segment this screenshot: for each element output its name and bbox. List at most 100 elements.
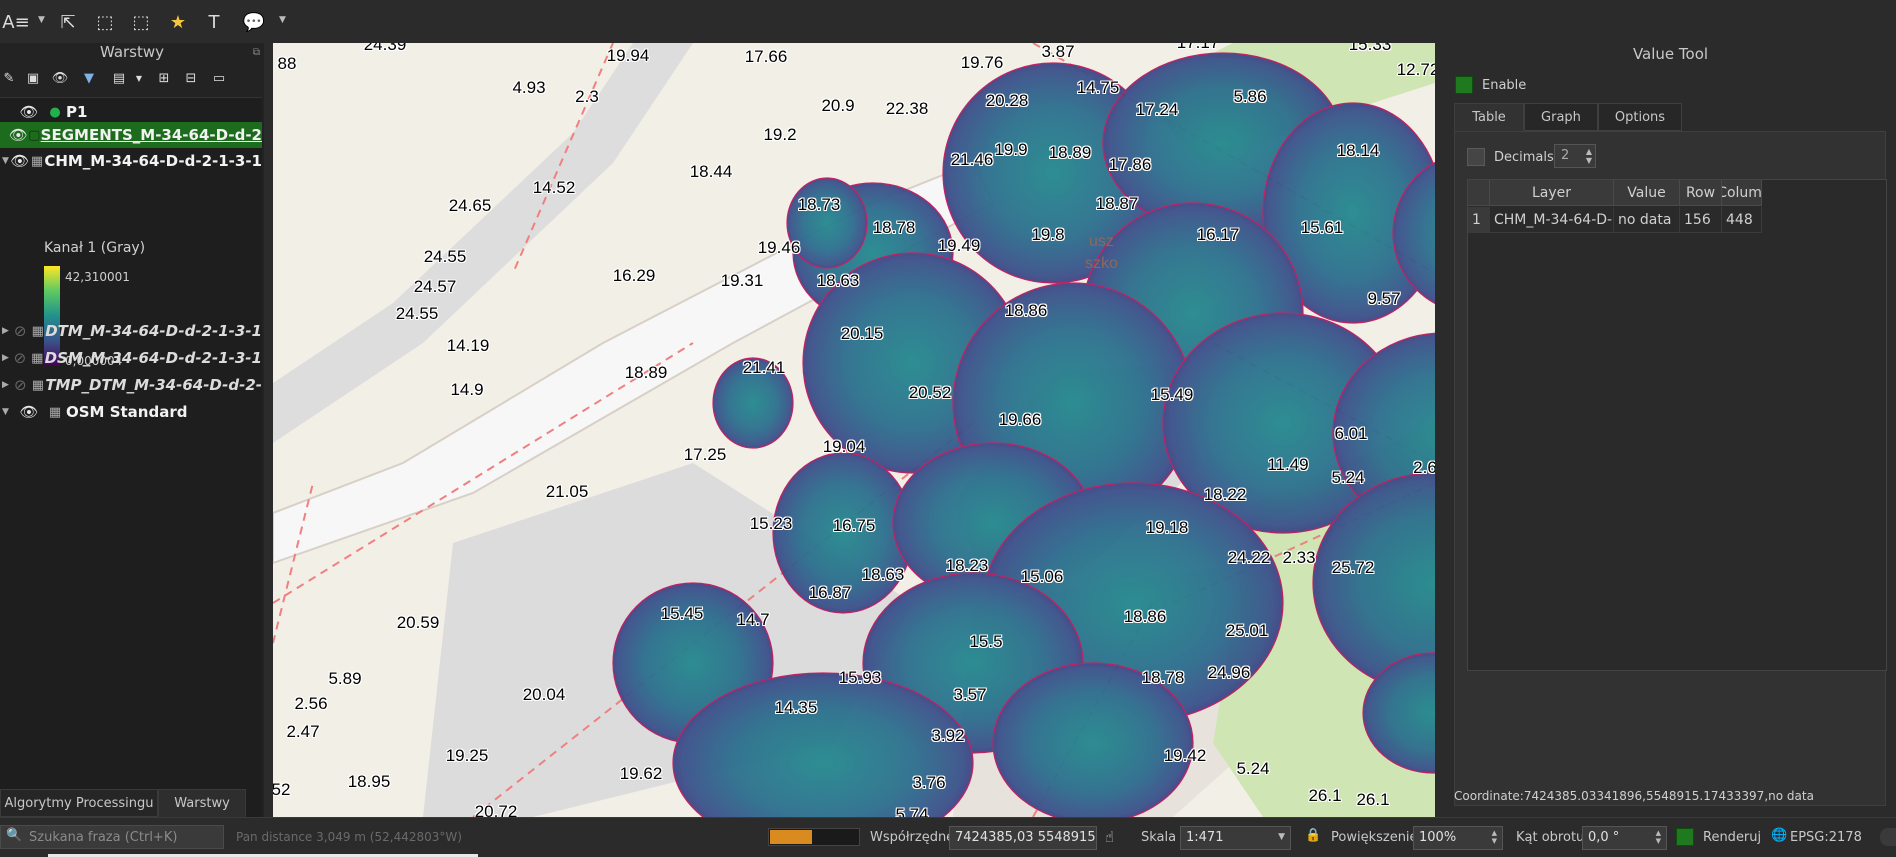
chevron-down-icon[interactable]: ▼	[38, 15, 45, 25]
filter-by-expression-icon[interactable]: ▤	[110, 70, 128, 88]
column-header[interactable]: Value	[1614, 180, 1680, 206]
layer-name: DSM_M-34-64-D-d-2-1-3-1	[44, 349, 262, 367]
tab-table[interactable]: Table	[1454, 103, 1524, 131]
segment-height-label: 3.57	[953, 685, 987, 704]
chevron-down-icon[interactable]: ▼	[130, 70, 148, 88]
segment-height-label: 17.17	[1177, 43, 1220, 53]
row-index: 1	[1468, 207, 1490, 233]
select-icon[interactable]: ⇱	[54, 8, 82, 36]
segment-height-label: 12.72	[1396, 60, 1435, 79]
expand-all-icon[interactable]: ⊞	[155, 70, 173, 88]
map-tips-icon[interactable]: 💬	[240, 8, 268, 36]
expand-arrow-icon[interactable]: ▶	[2, 353, 10, 363]
enable-checkbox[interactable]	[1455, 76, 1473, 94]
render-checkbox[interactable]	[1676, 828, 1694, 846]
coordinates-field[interactable]: 7424385,03 5548915,17	[949, 826, 1097, 850]
expand-arrow-icon[interactable]: ▶	[2, 326, 10, 336]
eye-closed-icon[interactable]: ⊘	[10, 376, 30, 394]
column-header[interactable]: Layer	[1490, 180, 1614, 206]
rotation-spinbox[interactable]: 0,0 ° ▲ ▼	[1582, 826, 1667, 850]
deselect-icon[interactable]: ⬚	[127, 8, 155, 36]
eye-icon[interactable]: 👁	[14, 103, 44, 121]
segment-height-label: 18.86	[1123, 607, 1167, 626]
table-cell: CHM_M-34-64-D-...	[1490, 207, 1614, 233]
layer-row-segments[interactable]: 👁 ▢ SEGMENTS_M-34-64-D-d-2	[0, 122, 262, 148]
spin-arrows-icon[interactable]: ▲ ▼	[1656, 829, 1661, 845]
values-table: Layer Value Row Columi 1 CHM_M-34-64-D-.…	[1467, 179, 1887, 671]
globe-icon[interactable]: 🌐	[1771, 828, 1787, 843]
crs-button[interactable]: EPSG:2178	[1790, 830, 1862, 845]
segment-height-label: 3.87	[1041, 43, 1075, 61]
chevron-down-icon[interactable]: ▼	[1278, 832, 1285, 842]
tab-layers[interactable]: Warstwy	[158, 789, 246, 817]
segment-height-label: 14.9	[450, 380, 484, 399]
eye-closed-icon[interactable]: ⊘	[10, 349, 30, 367]
layer-name: P1	[66, 103, 88, 121]
layer-row-osm[interactable]: ▼ 👁 ▦ OSM Standard	[0, 399, 262, 425]
coordinate-readout: Coordinate:7424385.03341896,5548915.1743…	[1454, 789, 1814, 803]
segment-height-label: 19.18	[1145, 518, 1189, 537]
canopy-height-raster	[612, 52, 1435, 817]
map-canvas[interactable]: usz szko 24.39 19.94 17.66 19.76 3.87 17.17 15…	[273, 43, 1435, 817]
text-annotation-icon[interactable]: T	[200, 8, 228, 36]
segment-height-label: 24.22	[1227, 548, 1271, 567]
expand-arrow-icon[interactable]: ▶	[2, 380, 10, 390]
segment-height-label: 3.92	[931, 726, 965, 745]
select-rectangle-icon[interactable]: ⬚	[91, 8, 119, 36]
column-header[interactable]: Row	[1680, 180, 1722, 206]
segment-height-label: 14.19	[446, 336, 490, 355]
segment-height-label: 21.05	[545, 482, 589, 501]
scale-combobox[interactable]: 1:471 ▼	[1180, 826, 1291, 850]
segment-height-label: 18.89	[624, 363, 668, 382]
spin-arrows-icon[interactable]: ▲ ▼	[1586, 147, 1592, 165]
coordinates-label: Współrzędne	[870, 830, 955, 845]
eye-icon[interactable]: 👁	[14, 403, 44, 421]
layer-name: SEGMENTS_M-34-64-D-d-2	[40, 126, 262, 144]
eye-closed-icon[interactable]: ⊘	[10, 322, 30, 340]
eye-icon[interactable]: 👁	[10, 152, 30, 170]
status-message: Pan distance 3,049 m (52,442803°W)	[236, 830, 462, 844]
eye-icon[interactable]: 👁	[9, 126, 28, 144]
expand-arrow-icon[interactable]: ▼	[2, 156, 10, 166]
chevron-down-icon[interactable]: ▼	[279, 15, 286, 25]
expand-arrow-icon[interactable]: ▼	[2, 407, 14, 417]
segment-height-label: 14.75	[1076, 78, 1120, 97]
spin-arrows-icon[interactable]: ▲ ▼	[1492, 829, 1497, 845]
segment-height-label: 24.57	[413, 277, 457, 296]
float-panel-icon[interactable]: ⧉	[253, 47, 260, 58]
segment-height-label: 25.72	[1331, 558, 1375, 577]
segment-height-label: 18.14	[1336, 141, 1380, 160]
column-header[interactable]: Columi	[1722, 180, 1762, 206]
messages-icon[interactable]	[1880, 828, 1896, 846]
tab-options[interactable]: Options	[1598, 103, 1682, 131]
segment-height-label: 2.3	[575, 87, 599, 106]
main-toolbar: A≡ ▼ ⇱ ⬚ ⬚ ★ T 💬 ▼	[0, 0, 1896, 43]
segment-height-label: 26.1	[1308, 786, 1342, 805]
decimals-spinbox[interactable]: 2 ▲ ▼	[1554, 144, 1596, 168]
style-panel-icon[interactable]: ✎	[0, 70, 18, 88]
add-group-icon[interactable]: ▣	[24, 70, 42, 88]
tab-processing-algorithms[interactable]: Algorytmy Processingu	[0, 789, 158, 817]
layer-row-chm[interactable]: ▼ 👁 ▦ CHM_M-34-64-D-d-2-1-3-1	[0, 148, 262, 174]
point-layer-icon: ●	[49, 104, 61, 120]
lock-icon[interactable]: 🔒	[1305, 828, 1321, 843]
toggle-extents-icon[interactable]: ☝	[1105, 828, 1114, 846]
panel-title: Warstwy	[99, 43, 165, 61]
bookmark-star-icon[interactable]: ★	[164, 8, 192, 36]
legend-max-value: 42,310001	[65, 270, 130, 284]
magnifier-spinbox[interactable]: 100% ▲ ▼	[1413, 826, 1503, 850]
layer-row-tmp-dtm[interactable]: ▶ ⊘ ▦ TMP_DTM_M-34-64-D-d-2-	[0, 372, 262, 398]
decimals-checkbox[interactable]	[1467, 148, 1485, 166]
collapse-all-icon[interactable]: ⊟	[182, 70, 200, 88]
layer-row-dtm[interactable]: ▶ ⊘ ▦ DTM_M-34-64-D-d-2-1-3-1	[0, 318, 262, 344]
segment-height-label: 18.22	[1203, 485, 1247, 504]
layer-row-dsm[interactable]: ▶ ⊘ ▦ DSM_M-34-64-D-d-2-1-3-1	[0, 345, 262, 371]
filter-icon[interactable]: ▼	[80, 70, 98, 88]
locator-search-input[interactable]: 🔍 Szukana fraza (Ctrl+K)	[0, 825, 224, 849]
tab-graph[interactable]: Graph	[1524, 103, 1598, 131]
identify-features-icon[interactable]: A≡	[2, 8, 30, 36]
polygon-layer-icon: ▢	[28, 127, 41, 143]
manage-visibility-icon[interactable]: 👁	[51, 70, 69, 88]
value-tool-panel: Value Tool Enable Table Graph Options De…	[1445, 43, 1896, 817]
remove-layer-icon[interactable]: ▭	[210, 70, 228, 88]
